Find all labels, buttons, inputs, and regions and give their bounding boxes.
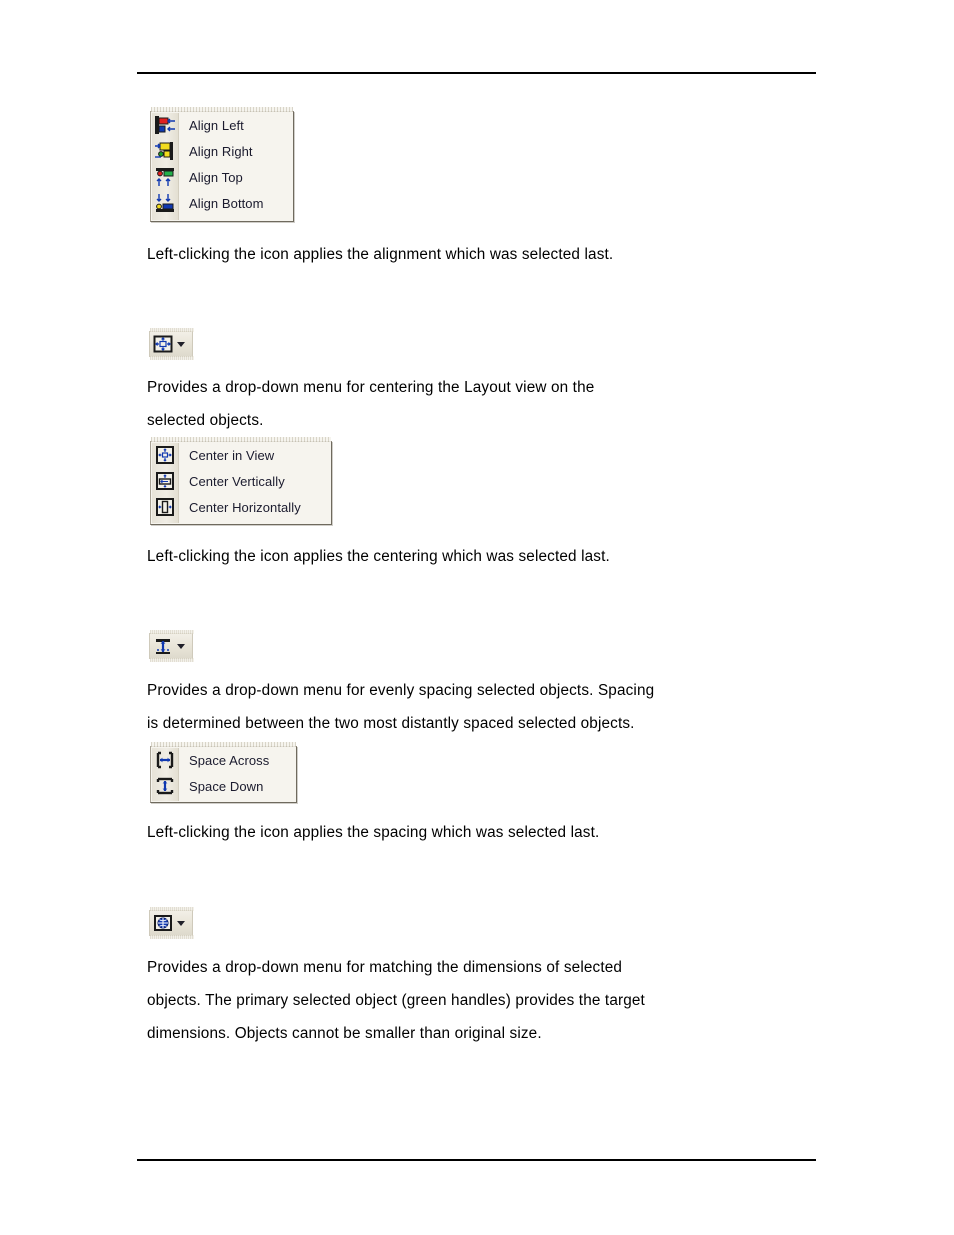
space-caption: Left-clicking the icon applies the spaci…: [147, 824, 600, 841]
menu-item-label: Align Left: [189, 117, 244, 133]
menu-item-label: Align Right: [189, 143, 253, 159]
match-dimensions-toolbar-icon: [152, 913, 174, 933]
space-across-icon: [153, 749, 177, 771]
menu-item-label: Align Bottom: [189, 195, 264, 211]
align-top-icon: [153, 166, 177, 188]
footer-rule: [137, 1159, 816, 1161]
menu-item-label: Center Horizontally: [189, 499, 301, 515]
center-in-view-toolbar-icon: [152, 334, 174, 354]
match-description: Provides a drop-down menu for matching t…: [147, 959, 645, 1042]
align-left-icon: [153, 114, 177, 136]
center-toolbar-button[interactable]: [149, 328, 194, 360]
center-dropdown-menu[interactable]: Center in View Center Vertically Center …: [150, 437, 332, 525]
menu-item-align-bottom[interactable]: Align Bottom: [151, 190, 293, 216]
menu-item-center-horizontally[interactable]: Center Horizontally: [151, 494, 331, 520]
align-right-icon: [153, 140, 177, 162]
center-vertically-icon: [153, 470, 177, 492]
scan-texture: [150, 935, 194, 939]
menu-item-align-top[interactable]: Align Top: [151, 164, 293, 190]
menu-item-label: Space Down: [189, 778, 264, 794]
header-rule: [137, 72, 816, 74]
center-caption: Left-clicking the icon applies the cente…: [147, 548, 610, 565]
menu-item-label: Align Top: [189, 169, 243, 185]
center-description: Provides a drop-down menu for centering …: [147, 379, 595, 429]
space-down-toolbar-icon: [152, 636, 174, 656]
align-dropdown-menu[interactable]: Align Left Align Right Align Top Align B…: [150, 107, 294, 222]
match-dimensions-toolbar-button[interactable]: [149, 907, 194, 939]
space-description: Provides a drop-down menu for evenly spa…: [147, 682, 655, 732]
chevron-down-icon[interactable]: [177, 643, 185, 649]
space-toolbar-button[interactable]: [149, 630, 194, 662]
space-dropdown-menu[interactable]: Space Across Space Down: [150, 742, 297, 803]
chevron-down-icon[interactable]: [177, 341, 185, 347]
scan-texture: [150, 658, 194, 662]
scan-texture: [150, 907, 194, 911]
menu-item-center-vertically[interactable]: Center Vertically: [151, 468, 331, 494]
menu-item-label: Center Vertically: [189, 473, 285, 489]
align-caption: Left-clicking the icon applies the align…: [147, 246, 614, 263]
menu-item-space-across[interactable]: Space Across: [151, 747, 296, 773]
menu-item-label: Space Across: [189, 752, 270, 768]
menu-item-label: Center in View: [189, 447, 275, 463]
manual-page: Align Left Align Right Align Top Align B…: [0, 0, 954, 1235]
menu-item-align-right[interactable]: Align Right: [151, 138, 293, 164]
scan-texture: [150, 356, 194, 360]
chevron-down-icon[interactable]: [177, 920, 185, 926]
scan-texture: [150, 328, 194, 332]
center-in-view-icon: [153, 444, 177, 466]
center-horizontally-icon: [153, 496, 177, 518]
menu-item-center-in-view[interactable]: Center in View: [151, 442, 331, 468]
menu-item-align-left[interactable]: Align Left: [151, 112, 293, 138]
menu-item-space-down[interactable]: Space Down: [151, 773, 296, 799]
scan-texture: [150, 630, 194, 634]
align-bottom-icon: [153, 192, 177, 214]
space-down-icon: [153, 775, 177, 797]
